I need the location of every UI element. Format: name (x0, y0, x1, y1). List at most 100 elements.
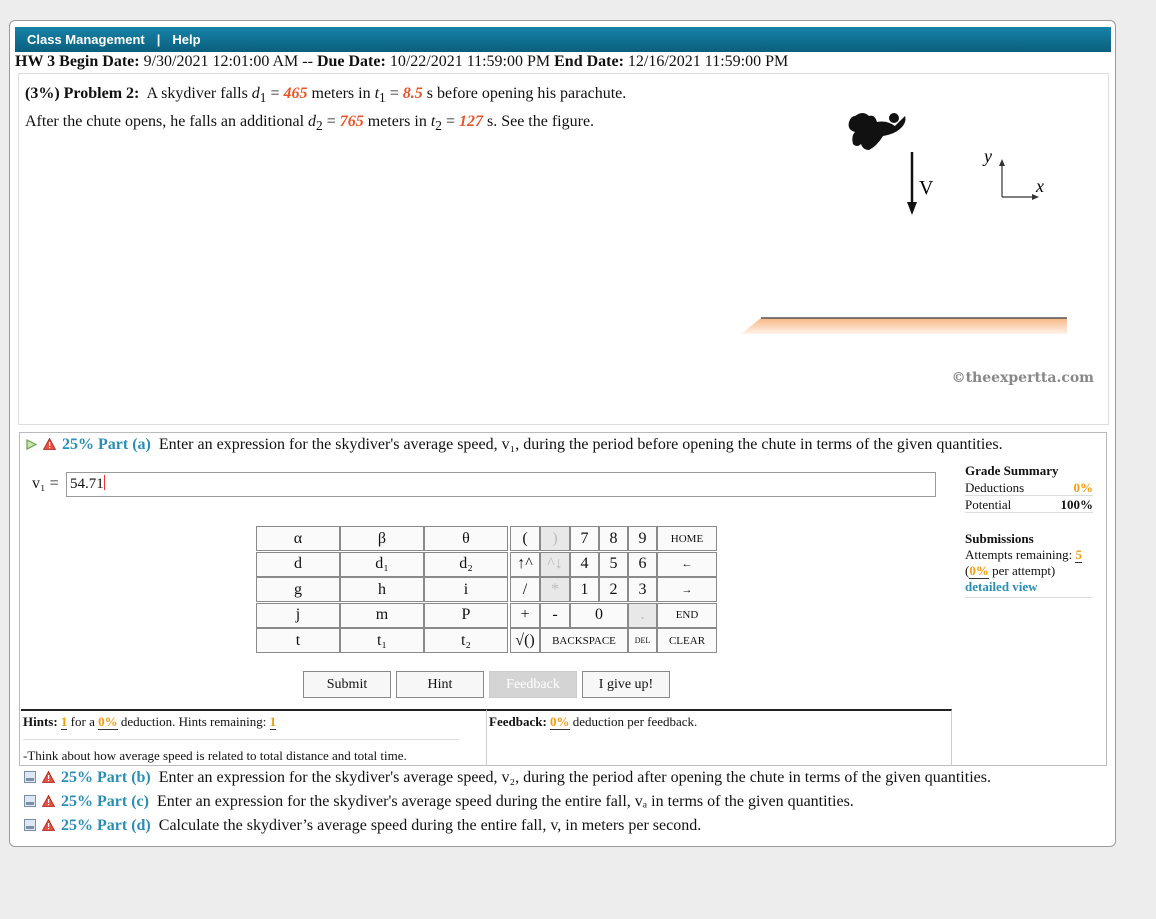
begin-date-label: Begin Date: (59, 53, 140, 70)
skydiver-figure: V y x (741, 113, 1067, 334)
problem-line1-pre: A skydiver falls (146, 85, 248, 102)
ground-shape (741, 317, 1067, 334)
potential-value: 100% (1060, 497, 1094, 512)
deductions-value: 0% (1073, 480, 1094, 495)
hw-title: HW 3 (15, 53, 56, 70)
help-link[interactable]: Help (172, 32, 200, 47)
variable-key[interactable]: i (424, 577, 508, 603)
part-d-header[interactable]: 25% Part (d) Calculate the skydiver’s av… (24, 817, 701, 835)
operator-key[interactable]: * (540, 577, 570, 603)
operator-key[interactable]: ^↓ (540, 551, 570, 577)
problem-line1-post: s before opening his parachute. (426, 85, 627, 102)
part-c-header[interactable]: 25% Part (c) Enter an expression for the… (24, 793, 854, 811)
variable-key[interactable]: g (256, 577, 340, 603)
d2-value: 765 (339, 113, 364, 131)
digit-key[interactable]: 0 (570, 602, 628, 628)
digit-key[interactable]: 1 (570, 577, 599, 603)
backspace-key[interactable]: BACKSPACE (540, 628, 628, 654)
homework-dates: HW 3 Begin Date: 9/30/2021 12:01:00 AM -… (15, 53, 788, 71)
answer-input[interactable]: 54.71 (66, 472, 936, 497)
digit-key[interactable]: 6 (628, 551, 657, 577)
problem-line2-mid: meters in (367, 113, 427, 131)
detailed-view-link[interactable]: detailed view (965, 579, 1038, 594)
submit-button[interactable]: Submit (303, 671, 391, 698)
t2-value: 127 (458, 113, 483, 131)
due-date-label: Due Date: (316, 53, 386, 70)
operator-key[interactable]: ( (510, 526, 540, 551)
sqrt-key[interactable]: √() (510, 628, 540, 654)
variable-key[interactable]: m (340, 602, 424, 628)
clear-key[interactable]: CLEAR (657, 628, 717, 654)
attempts-label: Attempts remaining: (965, 547, 1073, 562)
operator-key[interactable]: + (510, 602, 540, 628)
problem-statement-box: (3%) Problem 2: A skydiver falls d1 = 46… (18, 73, 1109, 425)
attempts-value: 5 (1075, 547, 1082, 563)
answer-input-label: v₁ = (32, 475, 59, 492)
velocity-arrow-icon (907, 152, 917, 215)
class-management-link[interactable]: Class Management (27, 32, 145, 47)
operator-key[interactable]: ↑^ (510, 551, 540, 577)
variable-key[interactable]: α (256, 526, 340, 551)
hints-deduction-text: deduction. Hints remaining: (120, 714, 267, 729)
answer-value: 54.71 (70, 476, 104, 492)
hints-for-a: for a (70, 714, 95, 729)
decimal-key[interactable]: . (628, 602, 657, 628)
part-b-header[interactable]: 25% Part (b) Enter an expression for the… (24, 769, 991, 787)
give-up-button[interactable]: I give up! (582, 671, 670, 698)
variable-key[interactable]: d (256, 551, 340, 577)
digit-key[interactable]: 7 (570, 526, 599, 551)
problem-line2-post: s. See the figure. (486, 113, 595, 131)
digit-key[interactable]: 5 (599, 551, 628, 577)
operator-key[interactable]: / (510, 577, 540, 603)
left-arrow-key[interactable]: ← (657, 551, 717, 577)
variable-key[interactable]: θ (424, 526, 508, 551)
problem-label: Problem 2: (63, 85, 140, 102)
operator-key[interactable]: ) (540, 526, 570, 551)
digit-key[interactable]: 2 (599, 577, 628, 603)
end-key[interactable]: END (657, 602, 717, 628)
variable-key[interactable]: β (340, 526, 424, 551)
operator-key[interactable]: - (540, 602, 570, 628)
digit-key[interactable]: 8 (599, 526, 628, 551)
hint-button[interactable]: Hint (396, 671, 484, 698)
axes-icon (999, 159, 1039, 200)
variable-key[interactable]: d₁ (340, 551, 424, 577)
warning-icon (42, 819, 55, 831)
variable-key[interactable]: P (424, 602, 508, 628)
variable-key[interactable]: j (256, 602, 340, 628)
right-arrow-key[interactable]: → (657, 577, 717, 603)
variable-key[interactable]: d₂ (424, 551, 508, 577)
variable-key[interactable]: t₁ (340, 628, 424, 654)
feedback-button[interactable]: Feedback (489, 671, 577, 698)
variable-key[interactable]: t (256, 628, 340, 654)
per-attempt-label: per attempt) (992, 563, 1056, 578)
problem-line2-pre: After the chute opens, he falls an addit… (25, 113, 305, 131)
submissions-title: Submissions (965, 531, 1034, 546)
nav-separator: | (156, 32, 161, 47)
deductions-label: Deductions (965, 480, 1025, 495)
part-a-text: Enter an expression for the skydiver's a… (158, 436, 1003, 453)
home-key[interactable]: HOME (657, 526, 717, 551)
d1-value: 465 (283, 85, 308, 102)
part-a-header[interactable]: 25% Part (a) Enter an expression for the… (26, 436, 1003, 454)
grade-summary-title: Grade Summary (965, 463, 1059, 478)
skydiver-icon (848, 113, 906, 150)
part-a-box: 25% Part (a) Enter an expression for the… (19, 432, 1107, 766)
part-c-percent: 25% Part (c) (61, 793, 149, 810)
velocity-label: V (919, 177, 934, 199)
variable-key[interactable]: t₂ (424, 628, 508, 654)
problem-weight: (3%) (25, 85, 60, 102)
delete-key[interactable]: DEL (628, 628, 657, 654)
digit-key[interactable]: 3 (628, 577, 657, 603)
digit-key[interactable]: 4 (570, 551, 599, 577)
hints-label: Hints: (23, 714, 58, 729)
part-c-text: Enter an expression for the skydiver's a… (156, 793, 854, 810)
warning-icon (43, 438, 56, 450)
digit-key[interactable]: 9 (628, 526, 657, 551)
variable-key[interactable]: h (340, 577, 424, 603)
hints-section: Hints: 1 for a 0% deduction. Hints remai… (21, 709, 486, 766)
part-b-percent: 25% Part (b) (61, 769, 151, 786)
hints-remaining: 1 (269, 714, 277, 730)
grade-summary: Grade Summary Deductions 0% Potential 100%… (965, 463, 1093, 598)
part-d-text: Calculate the skydiver’s average speed d… (158, 817, 702, 834)
